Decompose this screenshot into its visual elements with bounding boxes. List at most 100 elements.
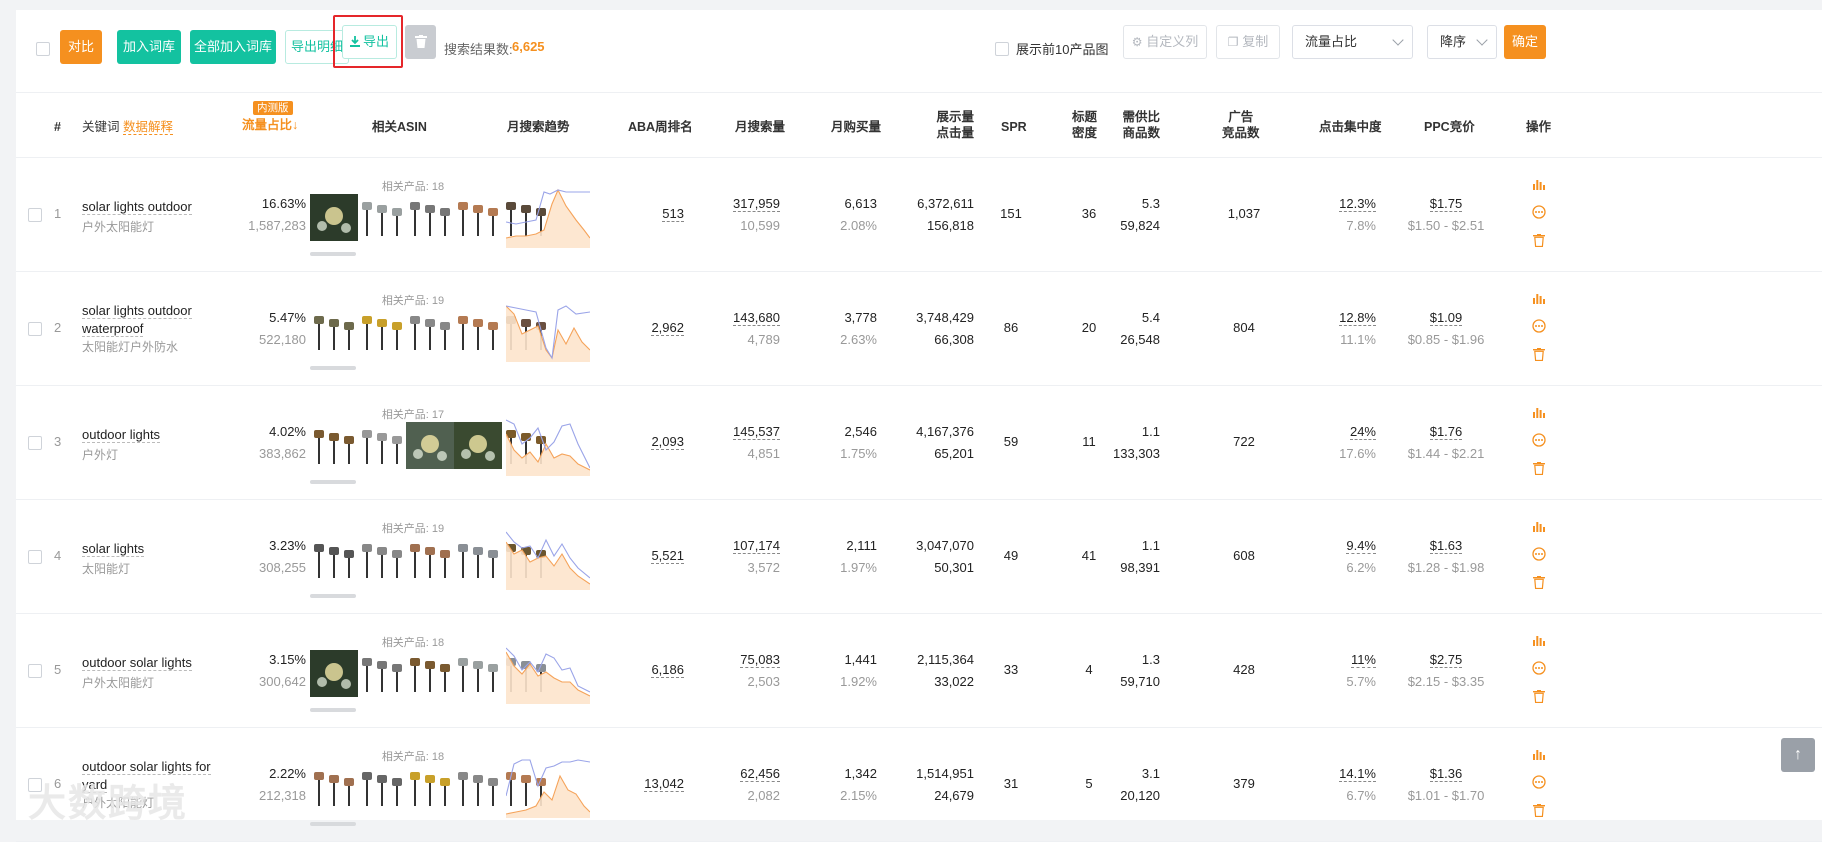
add-lexicon-button[interactable]: 加入词库 xyxy=(117,30,181,64)
product-thumbnail[interactable] xyxy=(310,650,358,697)
product-thumbnail[interactable] xyxy=(310,536,358,583)
product-thumbnail[interactable] xyxy=(454,308,502,355)
header-aba-rank[interactable]: ABA周排名 xyxy=(628,119,693,135)
download-icon xyxy=(349,27,360,47)
product-thumbnail[interactable] xyxy=(406,650,454,697)
delete-button[interactable] xyxy=(405,25,436,59)
monthly-trend-sparkline[interactable] xyxy=(505,186,591,248)
monthly-trend-sparkline[interactable] xyxy=(505,756,591,818)
product-thumbnail[interactable] xyxy=(358,650,406,697)
product-thumbnail[interactable] xyxy=(310,194,358,241)
monthly-trend-sparkline[interactable] xyxy=(505,528,591,590)
chart-icon[interactable] xyxy=(1530,520,1548,535)
product-thumbnail[interactable] xyxy=(454,194,502,241)
keyword-link[interactable]: outdoor lights xyxy=(82,427,161,443)
thumbnail-scrollbar[interactable] xyxy=(310,252,356,256)
more-icon[interactable] xyxy=(1530,775,1548,792)
header-supply-ratio[interactable]: 需供比 商品数 xyxy=(1116,109,1160,141)
chart-icon[interactable] xyxy=(1530,748,1548,763)
product-thumbnail[interactable] xyxy=(406,764,454,811)
product-thumbnail[interactable] xyxy=(358,308,406,355)
keyword-link[interactable]: solar lights outdoor xyxy=(82,199,192,215)
more-icon[interactable] xyxy=(1530,661,1548,678)
compare-button[interactable]: 对比 xyxy=(60,30,102,64)
trash-icon[interactable] xyxy=(1530,804,1548,820)
chart-icon[interactable] xyxy=(1530,634,1548,649)
arrow-up-icon: ↑ xyxy=(1794,746,1802,763)
confirm-button[interactable]: 确定 xyxy=(1504,25,1546,59)
click-concentration-sub: 7.8% xyxy=(1346,218,1376,233)
header-title-density[interactable]: 标题 密度 xyxy=(1072,109,1097,141)
header-spr[interactable]: SPR xyxy=(1001,119,1027,135)
spr: 31 xyxy=(1003,776,1019,791)
thumbnail-scrollbar[interactable] xyxy=(310,366,356,370)
keyword-link[interactable]: solar lights xyxy=(82,541,145,557)
monthly-purchase: 3,778 xyxy=(844,310,877,325)
row-checkbox[interactable] xyxy=(28,664,42,678)
keyword-link[interactable]: outdoor solar lights xyxy=(82,655,192,671)
sort-field-select[interactable]: 流量占比 xyxy=(1292,25,1413,59)
chart-icon[interactable] xyxy=(1530,178,1548,193)
product-thumbnail[interactable] xyxy=(454,536,502,583)
traffic-volume: 522,180 xyxy=(259,332,306,347)
more-icon[interactable] xyxy=(1530,433,1548,450)
copy-button[interactable]: ❐ 复制 xyxy=(1216,25,1280,59)
header-monthly-search[interactable]: 月搜索量 xyxy=(735,119,785,135)
product-thumbnail[interactable] xyxy=(358,764,406,811)
export-button[interactable]: 导出 xyxy=(342,25,397,59)
monthly-search-sub: 2,503 xyxy=(747,674,780,689)
row-checkbox[interactable] xyxy=(28,208,42,222)
monthly-trend-sparkline[interactable] xyxy=(505,642,591,704)
thumbnail-scrollbar[interactable] xyxy=(310,822,356,826)
monthly-trend-sparkline[interactable] xyxy=(505,414,591,476)
monthly-search: 75,083 xyxy=(740,652,780,668)
header-traffic-share[interactable]: 流量占比↓ xyxy=(242,117,298,133)
row-checkbox[interactable] xyxy=(28,436,42,450)
more-icon[interactable] xyxy=(1530,319,1548,336)
row-checkbox[interactable] xyxy=(28,550,42,564)
product-thumbnail[interactable] xyxy=(406,536,454,583)
product-thumbnail[interactable] xyxy=(358,194,406,241)
trash-icon[interactable] xyxy=(1530,462,1548,478)
click-concentration: 12.8% xyxy=(1339,310,1376,326)
custom-columns-button[interactable]: ⚙ 自定义列 xyxy=(1123,25,1207,59)
product-thumbnail[interactable] xyxy=(454,764,502,811)
sort-order-select[interactable]: 降序 xyxy=(1427,25,1497,59)
thumbnail-scrollbar[interactable] xyxy=(310,708,356,712)
related-products-count: 相关产品: 19 xyxy=(381,523,445,535)
trash-icon[interactable] xyxy=(1530,348,1548,364)
product-thumbnail[interactable] xyxy=(310,422,358,469)
trash-icon[interactable] xyxy=(1530,234,1548,250)
header-click-concentration[interactable]: 点击集中度 xyxy=(1319,119,1382,135)
product-thumbnail[interactable] xyxy=(358,422,406,469)
data-explain-link[interactable]: 数据解释 xyxy=(123,120,174,135)
header-impressions[interactable]: 展示量 点击量 xyxy=(932,109,974,141)
product-thumbnail[interactable] xyxy=(358,536,406,583)
clicks: 24,679 xyxy=(934,788,974,803)
product-thumbnail[interactable] xyxy=(310,308,358,355)
product-thumbnail[interactable] xyxy=(406,194,454,241)
keyword-link[interactable]: solar lights outdoor waterproof xyxy=(82,303,192,337)
more-icon[interactable] xyxy=(1530,547,1548,564)
product-thumbnail[interactable] xyxy=(310,764,358,811)
product-thumbnail[interactable] xyxy=(406,308,454,355)
monthly-trend-sparkline[interactable] xyxy=(505,300,591,362)
chart-icon[interactable] xyxy=(1530,406,1548,421)
header-ppc-bid[interactable]: PPC竞价 xyxy=(1424,119,1475,135)
product-thumbnail[interactable] xyxy=(454,422,502,469)
chart-icon[interactable] xyxy=(1530,292,1548,307)
back-to-top-button[interactable]: ↑ xyxy=(1781,738,1815,772)
header-ad-products[interactable]: 广告 竞品数 xyxy=(1222,109,1260,141)
product-thumbnail[interactable] xyxy=(454,650,502,697)
header-monthly-purchase[interactable]: 月购买量 xyxy=(831,119,881,135)
more-icon[interactable] xyxy=(1530,205,1548,222)
thumbnail-scrollbar[interactable] xyxy=(310,594,356,598)
trash-icon[interactable] xyxy=(1530,690,1548,706)
select-all-checkbox[interactable] xyxy=(36,42,50,56)
show-top10-checkbox[interactable] xyxy=(995,42,1009,56)
row-checkbox[interactable] xyxy=(28,322,42,336)
product-thumbnail[interactable] xyxy=(406,422,454,469)
thumbnail-scrollbar[interactable] xyxy=(310,480,356,484)
add-all-lexicon-button[interactable]: 全部加入词库 xyxy=(190,30,276,64)
trash-icon[interactable] xyxy=(1530,576,1548,592)
